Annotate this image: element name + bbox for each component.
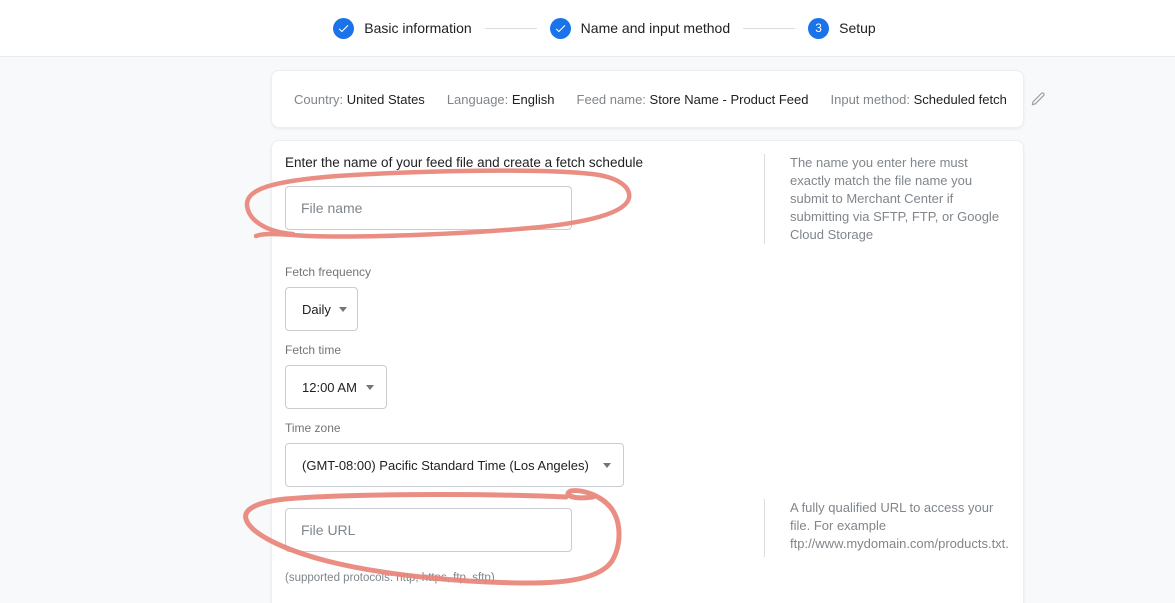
- time-zone-select[interactable]: (GMT-08:00) Pacific Standard Time (Los A…: [285, 443, 624, 487]
- fetch-time-select[interactable]: 12:00 AM: [285, 365, 387, 409]
- step-complete-check-icon: [333, 17, 355, 39]
- step-setup[interactable]: 3 Setup: [808, 17, 876, 39]
- step-label: Name and input method: [580, 20, 731, 36]
- time-zone-label: Time zone: [285, 421, 341, 435]
- step-number-badge: 3: [808, 17, 830, 39]
- wizard-stepper-bar: Basic information Name and input method …: [0, 0, 1175, 57]
- file-url-input[interactable]: [285, 508, 572, 552]
- dropdown-arrow-icon: [338, 306, 347, 312]
- file-url-help-text: A fully qualified URL to access your fil…: [764, 499, 1014, 557]
- summary-feed-name: Feed name: Store Name - Product Feed: [576, 91, 809, 107]
- step-connector: [484, 27, 537, 29]
- feed-setup-page: Basic information Name and input method …: [0, 0, 1175, 603]
- summary-country: Country: United States: [294, 91, 425, 107]
- step-label: Basic information: [364, 20, 472, 36]
- time-zone-value: (GMT-08:00) Pacific Standard Time (Los A…: [302, 457, 589, 473]
- summary-fields: Country: United States Language: English…: [294, 92, 1029, 107]
- step-complete-check-icon: [549, 17, 571, 39]
- fetch-frequency-label: Fetch frequency: [285, 265, 372, 279]
- stepper: Basic information Name and input method …: [333, 17, 876, 39]
- form-heading: Enter the name of your feed file and cre…: [285, 155, 643, 170]
- step-label: Setup: [839, 20, 876, 36]
- pencil-icon: [1029, 90, 1047, 108]
- fetch-frequency-select[interactable]: Daily: [285, 287, 358, 331]
- dropdown-arrow-icon: [366, 384, 374, 390]
- summary-language: Language: English: [446, 91, 555, 107]
- summary-input-method: Input method: Scheduled fetch: [830, 91, 1007, 107]
- feed-summary-card: Country: United States Language: English…: [271, 70, 1045, 128]
- edit-button[interactable]: [1029, 83, 1047, 115]
- supported-protocols-note: (supported protocols: http, https, ftp, …: [285, 572, 495, 584]
- fetch-time-label: Fetch time: [285, 343, 342, 357]
- file-name-input[interactable]: [285, 186, 572, 230]
- fetch-time-value: 12:00 AM: [302, 379, 357, 395]
- fetch-frequency-value: Daily: [302, 301, 331, 317]
- file-name-help-text: The name you enter here must exactly mat…: [764, 154, 1014, 244]
- step-name-and-input-method[interactable]: Name and input method: [549, 17, 731, 39]
- setup-form-card: Enter the name of your feed file and cre…: [271, 140, 1024, 603]
- step-basic-information[interactable]: Basic information: [333, 17, 472, 39]
- step-connector: [743, 27, 796, 29]
- dropdown-arrow-icon: [603, 462, 611, 468]
- step-number: 3: [815, 21, 822, 35]
